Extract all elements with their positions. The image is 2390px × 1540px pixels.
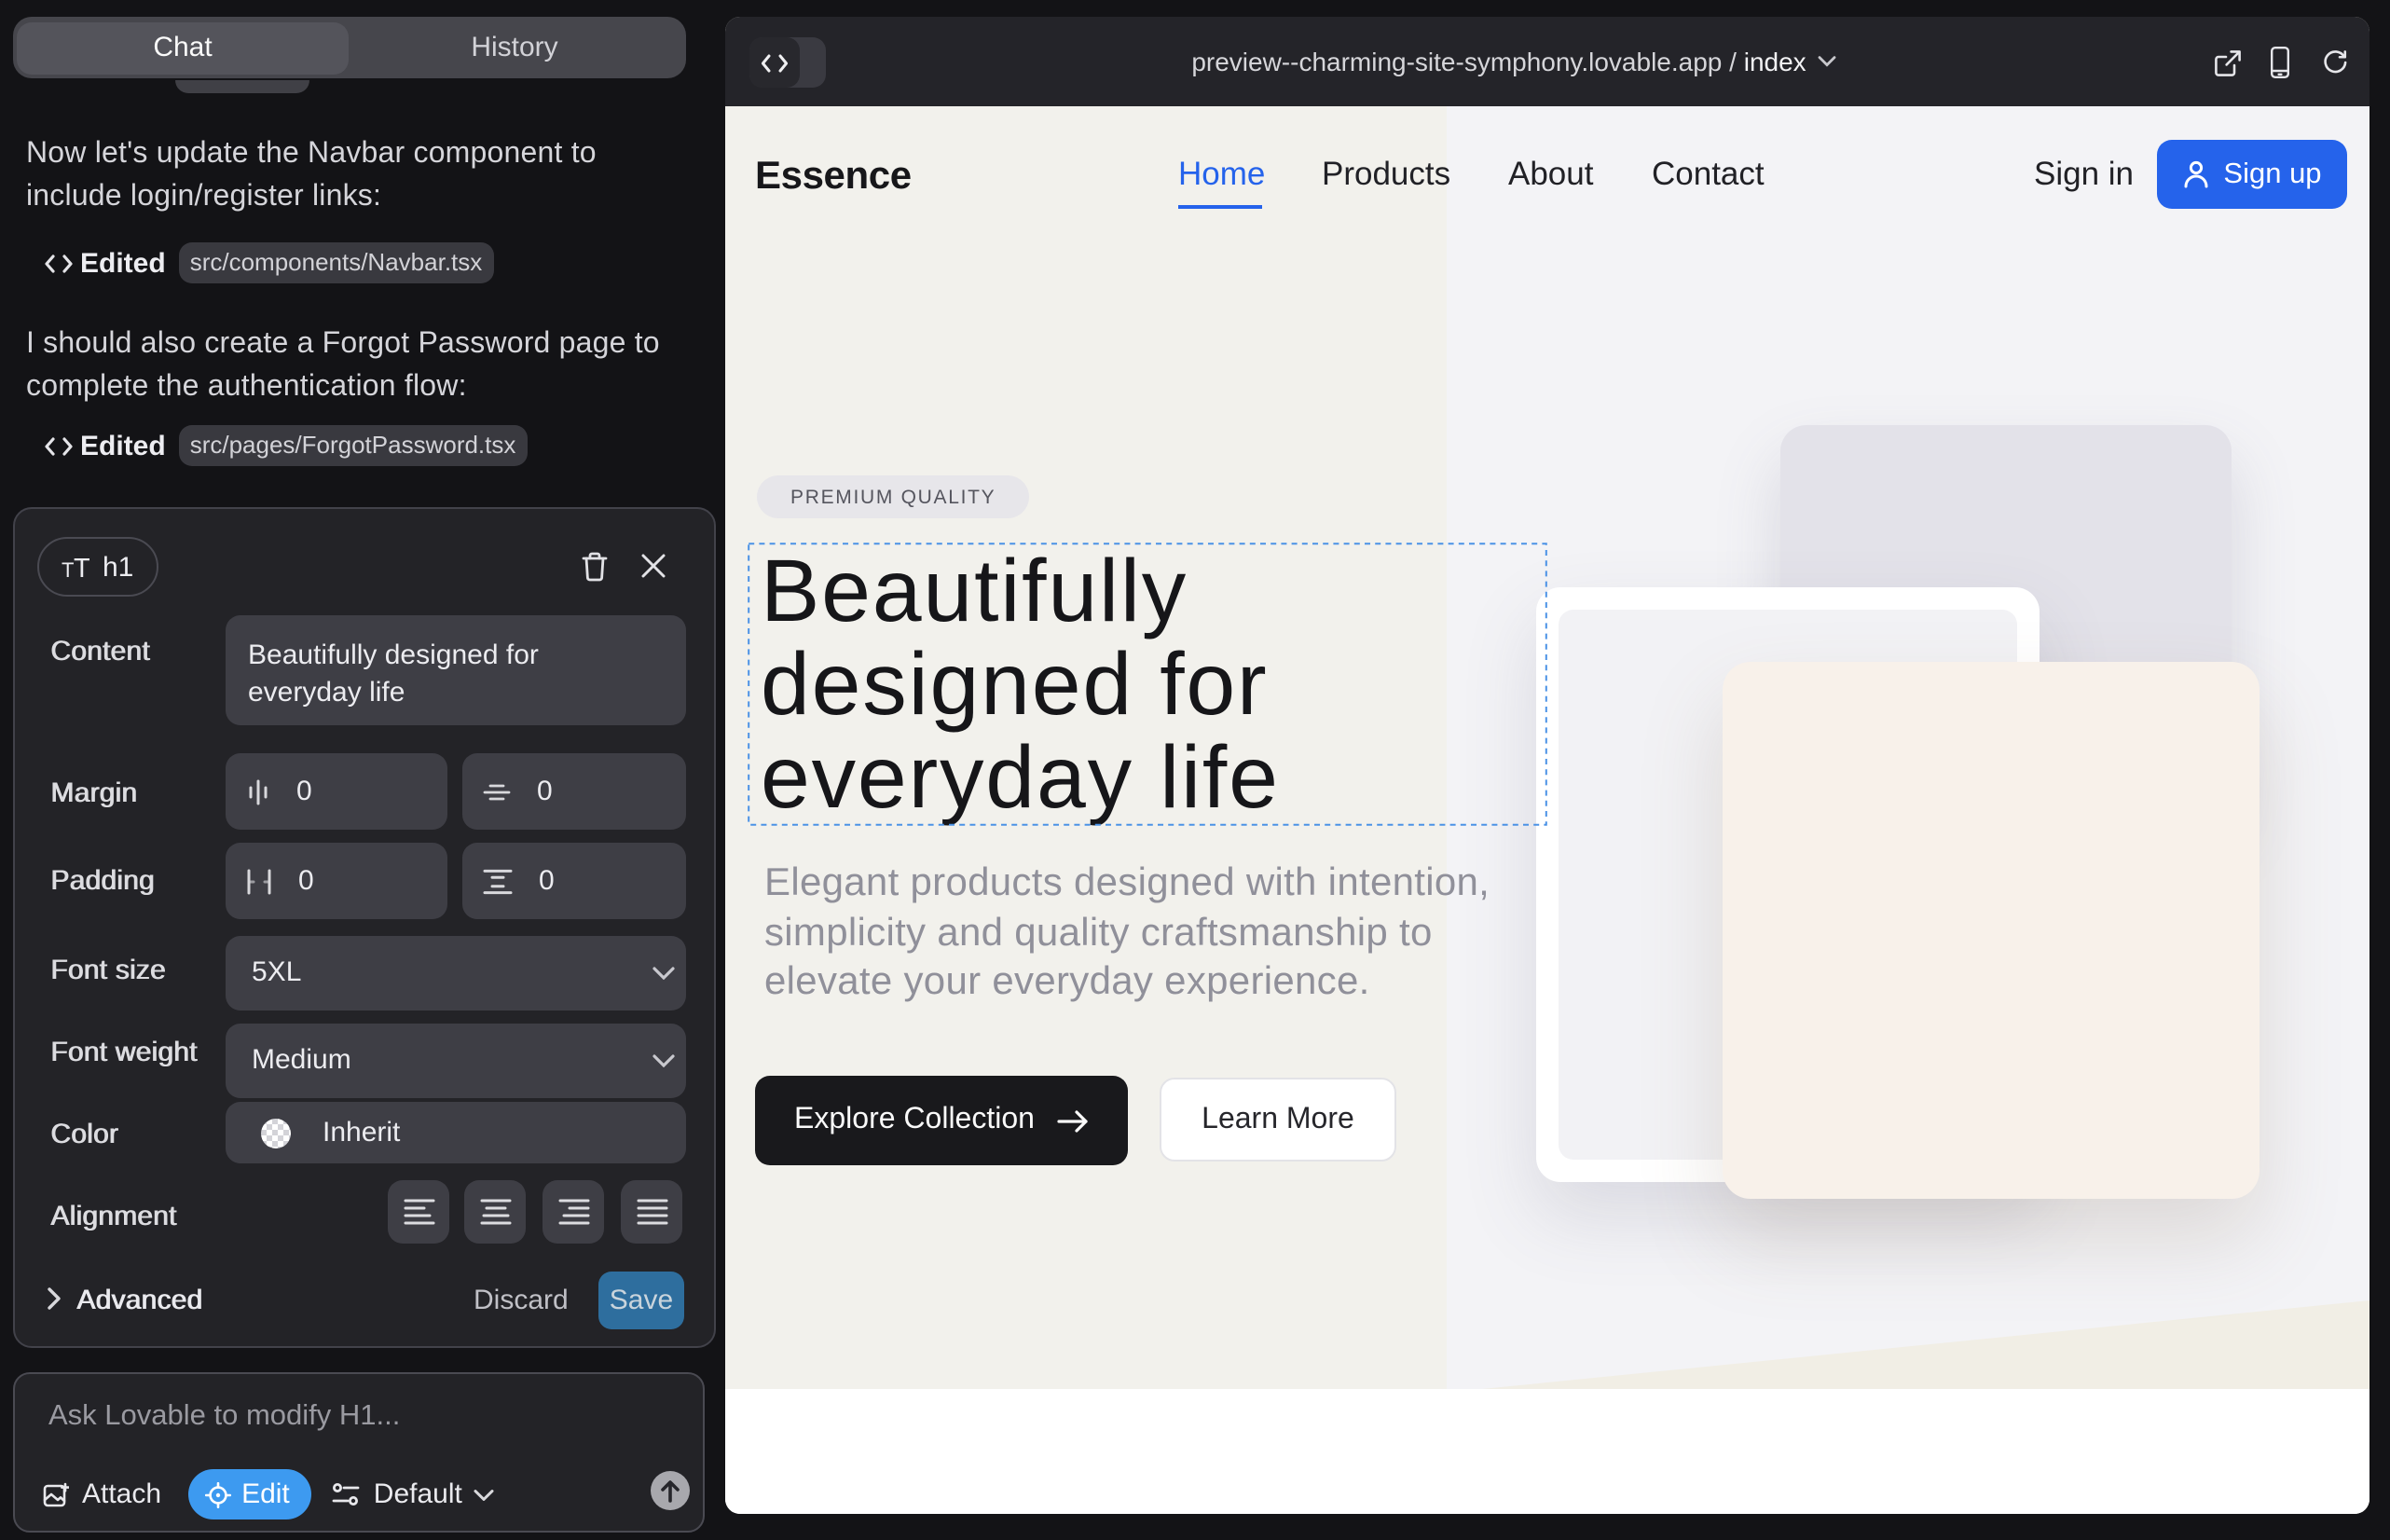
svg-text:T: T [74, 554, 89, 580]
svg-text:T: T [62, 558, 74, 580]
